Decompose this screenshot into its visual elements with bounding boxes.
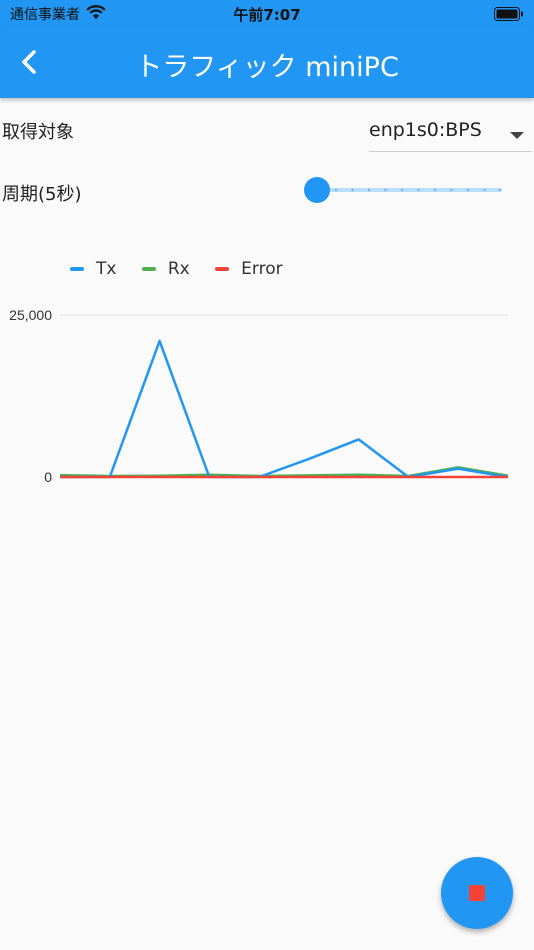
- slider-thumb[interactable]: [304, 177, 330, 203]
- y-tick-label-top: 25,000: [9, 307, 52, 323]
- chart-legend: Tx Rx Error: [70, 256, 303, 279]
- legend-swatch-rx: [141, 267, 156, 271]
- legend-label-rx: Rx: [167, 259, 190, 279]
- legend-item-tx: Tx: [70, 259, 116, 279]
- legend-label-tx: Tx: [96, 259, 117, 279]
- y-tick-label-zero: 0: [44, 469, 52, 485]
- legend-item-rx: Rx: [141, 259, 190, 279]
- traffic-line-chart: 25,000 0: [9, 307, 509, 485]
- page-title: トラフィック miniPC: [135, 52, 399, 83]
- period-slider[interactable]: [302, 172, 512, 208]
- stop-icon: [469, 885, 485, 901]
- status-bar: 通信事業者 午前7:07: [0, 0, 534, 26]
- period-label: 周期(5秒): [2, 184, 82, 205]
- target-dropdown-value: enp1s0:BPS: [369, 119, 482, 141]
- stop-button[interactable]: [441, 857, 513, 929]
- legend-swatch-tx: [70, 267, 84, 271]
- battery-icon: [494, 6, 524, 25]
- legend-item-error: Error: [215, 259, 283, 279]
- app-bar: トラフィック miniPC: [0, 26, 534, 98]
- legend-swatch-error: [215, 267, 230, 271]
- clock: 午前7:07: [233, 6, 301, 24]
- series-line-tx: [60, 339, 509, 479]
- dropdown-arrow-icon: [510, 125, 524, 144]
- target-dropdown[interactable]: enp1s0:BPS: [369, 113, 532, 152]
- legend-label-error: Error: [241, 259, 283, 279]
- target-label: 取得対象: [2, 122, 74, 143]
